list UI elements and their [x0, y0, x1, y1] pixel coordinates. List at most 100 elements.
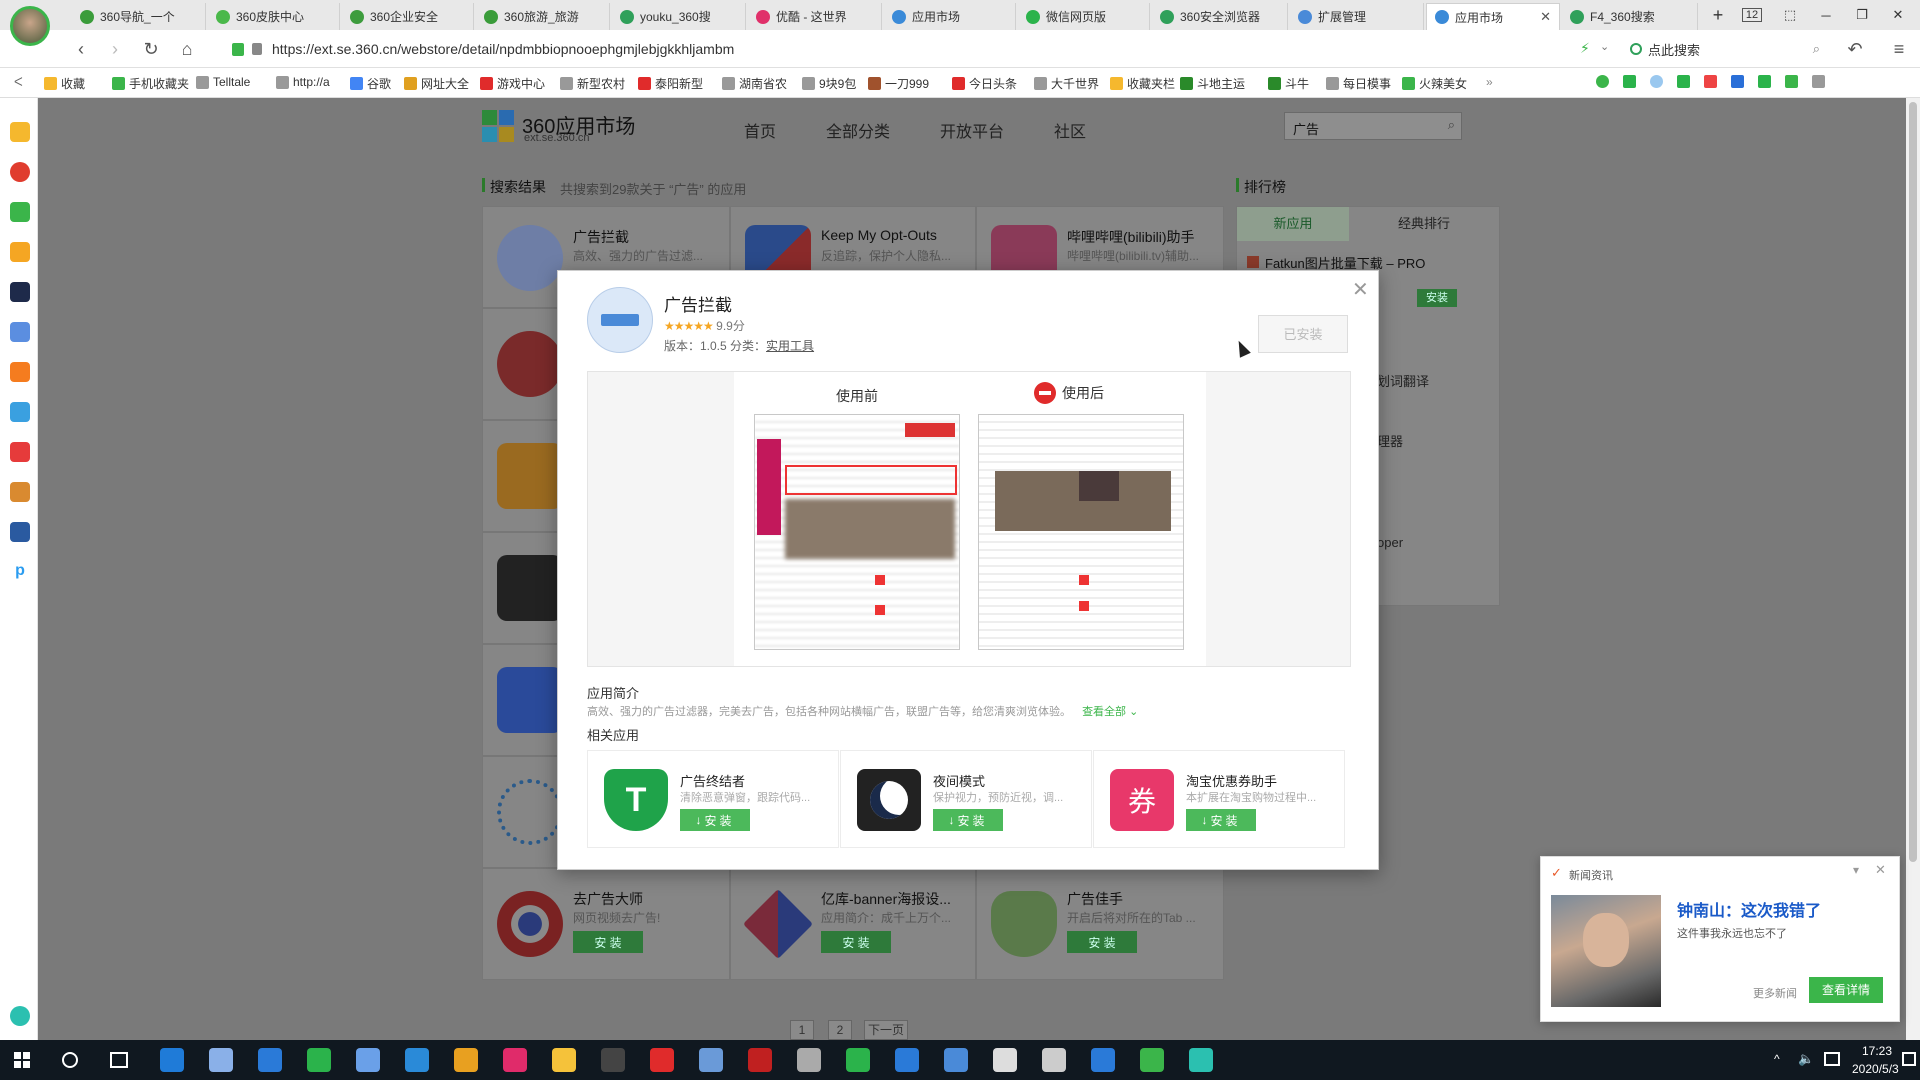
video-app-icon[interactable] — [503, 1048, 527, 1072]
bookmark-item[interactable]: Telltale — [196, 75, 250, 89]
category-link[interactable]: 实用工具 — [766, 339, 814, 353]
remote-app-icon[interactable] — [944, 1048, 968, 1072]
undo-icon[interactable]: ↶ — [1844, 39, 1866, 59]
ext-icon-1[interactable] — [1596, 75, 1609, 88]
nav-home[interactable]: 首页 — [744, 118, 776, 142]
game-icon[interactable] — [1758, 75, 1771, 88]
page-1[interactable]: 1 — [790, 1020, 814, 1040]
bookmark-item[interactable]: 今日头条 — [952, 75, 1017, 92]
adblock-icon[interactable] — [1650, 75, 1663, 88]
novel-icon[interactable] — [10, 362, 30, 382]
user-avatar[interactable] — [10, 6, 50, 46]
back-icon[interactable]: ‹ — [70, 39, 92, 59]
bookmark-item[interactable]: 每日模事 — [1326, 75, 1391, 92]
bookmark-item[interactable]: 火辣美女 — [1402, 75, 1467, 92]
app-card-yiku[interactable]: 亿库-banner海报设... 应用简介：成千上万个... 安 装 — [730, 868, 976, 980]
page-next[interactable]: 下一页 — [864, 1020, 908, 1040]
rank-item-3[interactable]: 理器 — [1377, 431, 1403, 450]
favorites-icon[interactable] — [10, 122, 30, 142]
doc-icon[interactable] — [10, 322, 30, 342]
recycle-bin-icon[interactable] — [1042, 1048, 1066, 1072]
game3-icon[interactable] — [10, 522, 30, 542]
tab-count-badge[interactable]: 12 — [1734, 0, 1770, 30]
360-active-icon[interactable] — [1140, 1048, 1164, 1072]
video-app-icon[interactable] — [10, 442, 30, 462]
browser-tab[interactable]: 应用市场 ✕ — [1426, 3, 1560, 30]
reload-icon[interactable]: ↻ — [140, 39, 162, 59]
browser-tab[interactable]: 360皮肤中心 — [208, 3, 340, 30]
bookmark-item[interactable]: 大千世界 — [1034, 75, 1099, 92]
volume-icon[interactable]: 🔈 — [1798, 1051, 1814, 1067]
wechat-icon[interactable] — [1623, 75, 1636, 88]
news-thumbnail[interactable] — [1551, 895, 1661, 1007]
bookmark-item[interactable]: 斗地主运 — [1180, 75, 1245, 92]
rank-item-4[interactable]: oper — [1377, 535, 1403, 550]
rank-item-2[interactable]: 划词翻译 — [1377, 371, 1429, 390]
browser-tab[interactable]: 360旅游_旅游 — [476, 3, 610, 30]
weibo-icon[interactable] — [10, 162, 30, 182]
news-headline[interactable]: 钟南山：这次我错了 — [1677, 897, 1821, 921]
windows-start-icon[interactable] — [14, 1052, 30, 1068]
shield-ext-icon[interactable] — [1785, 75, 1798, 88]
grid-icon[interactable] — [1812, 75, 1825, 88]
browser-tab[interactable]: 优酷 - 这世界 — [748, 3, 882, 30]
rank-tab-classic[interactable]: 经典排行 — [1349, 207, 1499, 241]
install-button[interactable]: ↓ 安装 — [680, 809, 750, 831]
chevron-down-icon[interactable]: ⌄ — [1600, 40, 1609, 53]
search-ext-icon[interactable] — [1731, 75, 1744, 88]
page-scroll-thumb[interactable] — [1909, 102, 1917, 862]
browser-tab[interactable]: 360导航_一个 — [72, 3, 206, 30]
restore-button[interactable]: ❐ — [1844, 0, 1880, 30]
browser-tab[interactable]: 360企业安全 — [342, 3, 474, 30]
scissors-icon[interactable] — [1704, 75, 1717, 88]
new-tab-button[interactable]: + — [1700, 0, 1736, 30]
shirt-icon[interactable]: ⬚ — [1772, 0, 1808, 30]
browser-tab[interactable]: 扩展管理 — [1290, 3, 1424, 30]
task-view-icon[interactable] — [110, 1052, 128, 1068]
installed-button[interactable]: 已安装 — [1258, 315, 1348, 353]
url-field[interactable]: https://ext.se.360.cn/webstore/detail/np… — [232, 36, 1572, 62]
related-app-ad-terminator[interactable]: T 广告终结者 清除恶意弹窗，跟踪代码... ↓ 安装 — [587, 750, 839, 848]
tray-chevron-icon[interactable]: ^ — [1774, 1052, 1780, 1066]
menu-icon[interactable]: ≡ — [1888, 39, 1910, 59]
360-browser-icon[interactable] — [307, 1048, 331, 1072]
news-close-icon[interactable]: ✕ — [1875, 862, 1886, 878]
game-app-icon[interactable] — [10, 402, 30, 422]
bookmark-item[interactable]: 湖南省农 — [722, 75, 787, 92]
news-settings-icon[interactable]: ▾ — [1853, 863, 1859, 877]
news-icon[interactable] — [10, 282, 30, 302]
install-button[interactable]: ↓ 安装 — [1186, 809, 1256, 831]
related-app-night-mode[interactable]: 夜间模式 保护视力，预防近视，调... ↓ 安装 — [840, 750, 1092, 848]
image-viewer-icon[interactable] — [699, 1048, 723, 1072]
game2-icon[interactable] — [10, 482, 30, 502]
browser-tab[interactable]: 微信网页版 — [1018, 3, 1150, 30]
site-logo[interactable] — [482, 110, 514, 142]
clock-time[interactable]: 17:23 — [1862, 1044, 1892, 1058]
search-field[interactable]: 点此搜索 ⌕ — [1630, 36, 1820, 62]
bookmark-item[interactable]: 收藏 — [44, 75, 85, 92]
iqiyi-icon[interactable] — [846, 1048, 870, 1072]
add-sidebar-icon[interactable] — [10, 1006, 30, 1026]
home-icon[interactable]: ⌂ — [176, 39, 198, 59]
calculator-icon[interactable] — [601, 1048, 625, 1072]
page-2[interactable]: 2 — [828, 1020, 852, 1040]
nav-categories[interactable]: 全部分类 — [826, 118, 890, 142]
baidu-pan-icon[interactable] — [895, 1048, 919, 1072]
bookmark-item[interactable]: http://a — [276, 75, 330, 89]
bookmark-item[interactable]: 游戏中心 — [480, 75, 545, 92]
edge-icon[interactable] — [160, 1048, 184, 1072]
screenshot-slide[interactable]: 使用前 使用后 — [734, 372, 1206, 666]
app-card-ad-killer[interactable]: 广告佳手 开启后将对所在的Tab ... 安 装 — [976, 868, 1224, 980]
pinned-app-icon[interactable] — [209, 1048, 233, 1072]
browser-tab[interactable]: youku_360搜 — [612, 3, 746, 30]
photo-app-icon[interactable] — [797, 1048, 821, 1072]
site-search-icon[interactable]: ⌕ — [1448, 117, 1455, 133]
rank-install-button[interactable]: 安装 — [1417, 289, 1457, 307]
bookmark-item[interactable]: 谷歌 — [350, 75, 391, 92]
lightning-icon[interactable]: ⚡ — [1580, 40, 1590, 57]
browser-tab[interactable]: 360安全浏览器 — [1152, 3, 1288, 30]
site-search-input[interactable]: 广告 ⌕ — [1284, 112, 1462, 140]
rank-tab-new[interactable]: 新应用 — [1237, 207, 1349, 241]
bookmark-item[interactable]: 新型农村 — [560, 75, 625, 92]
tab-close-icon[interactable]: ✕ — [1534, 9, 1551, 25]
